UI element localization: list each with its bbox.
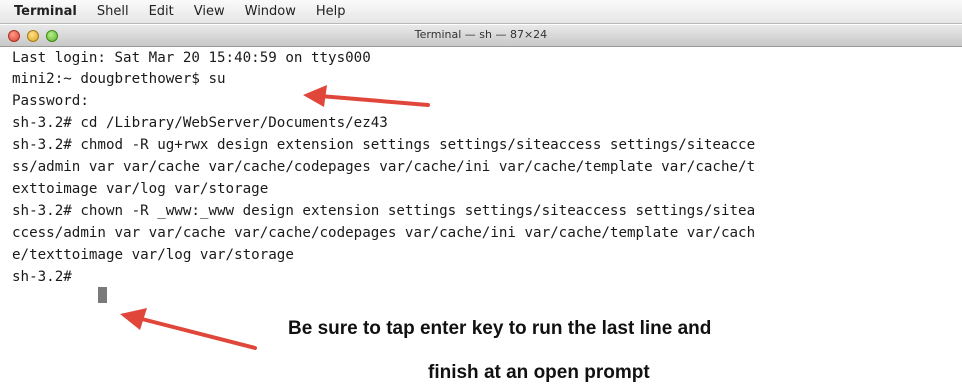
menu-window[interactable]: Window	[245, 4, 296, 19]
terminal-line: ccess/admin var var/cache var/cache/code…	[12, 225, 756, 241]
terminal-line: sh-3.2# chmod -R ug+rwx design extension…	[12, 137, 756, 153]
terminal-line: Password:	[12, 93, 89, 109]
menu-view[interactable]: View	[194, 4, 225, 19]
terminal-line: e/texttoimage var/log var/storage	[12, 247, 294, 263]
terminal-prompt: sh-3.2#	[12, 269, 81, 285]
menu-terminal[interactable]: Terminal	[14, 4, 77, 19]
window-title: Terminal — sh — 87×24	[414, 28, 548, 41]
annotation-line-1: Be sure to tap enter key to run the last…	[288, 318, 712, 339]
terminal-cursor	[98, 287, 107, 303]
terminal-line: sh-3.2# chown -R _www:_www design extens…	[12, 203, 756, 219]
menu-bar: Terminal Shell Edit View Window Help	[0, 0, 962, 24]
terminal-line: exttoimage var/log var/storage	[12, 181, 269, 197]
terminal-line: ss/admin var var/cache var/cache/codepag…	[12, 159, 756, 175]
menu-shell[interactable]: Shell	[97, 4, 129, 19]
terminal-line: Last login: Sat Mar 20 15:40:59 on ttys0…	[12, 50, 371, 66]
annotation-line-2: finish at an open prompt	[428, 362, 650, 383]
menu-edit[interactable]: Edit	[149, 4, 174, 19]
menu-help[interactable]: Help	[316, 4, 346, 19]
terminal-line: sh-3.2# cd /Library/WebServer/Documents/…	[12, 115, 388, 131]
window-titlebar[interactable]: Terminal — sh — 87×24	[0, 25, 962, 47]
terminal-line: mini2:~ dougbrethower$ su	[12, 71, 226, 87]
